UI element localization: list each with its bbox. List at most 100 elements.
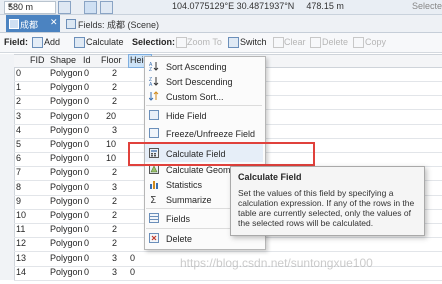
table-cell[interactable]: 10 — [106, 153, 116, 163]
tooltip-title: Calculate Field — [238, 172, 302, 182]
table-cell[interactable]: 3 — [112, 267, 117, 277]
table-cell[interactable]: Polygon — [50, 139, 83, 149]
scale-dropdown[interactable]: 580 m ▾ — [4, 1, 56, 14]
navigate-icon[interactable] — [58, 1, 71, 14]
table-cell[interactable]: 2 — [112, 196, 117, 206]
table-cell[interactable]: 12 — [16, 238, 26, 248]
delete-button[interactable]: Delete — [322, 37, 348, 47]
table-cell[interactable]: Polygon — [50, 267, 83, 277]
table-cell[interactable]: 2 — [112, 224, 117, 234]
table-cell[interactable]: Polygon — [50, 196, 83, 206]
table-cell[interactable]: 2 — [112, 96, 117, 106]
header-floor[interactable]: Floor — [101, 55, 122, 65]
table-cell[interactable]: 0 — [84, 267, 89, 277]
table-cell[interactable]: 0 — [84, 238, 89, 248]
menu-item-delete[interactable]: Delete — [166, 234, 192, 244]
table-cell[interactable]: 0 — [84, 167, 89, 177]
close-icon[interactable]: ✕ — [50, 17, 58, 28]
table-cell[interactable]: 2 — [16, 96, 21, 106]
table-cell[interactable]: 1 — [16, 82, 21, 92]
header-shape[interactable]: Shape — [50, 55, 76, 65]
table-cell[interactable]: 0 — [84, 153, 89, 163]
table-cell[interactable]: 2 — [112, 210, 117, 220]
table-cell[interactable]: 0 — [130, 253, 135, 263]
menu-item-statistics[interactable]: Statistics — [166, 180, 202, 190]
menu-item-sort-ascending[interactable]: Sort Ascending — [166, 62, 227, 72]
table-cell[interactable]: Polygon — [50, 238, 83, 248]
table-cell[interactable]: 10 — [16, 210, 26, 220]
table-cell[interactable]: 0 — [130, 267, 135, 277]
tab-layer[interactable]: 成都 ✕ — [6, 15, 60, 32]
header-id[interactable]: Id — [83, 55, 91, 65]
menu-item-freeze-unfreeze[interactable]: Freeze/Unfreeze Field — [166, 129, 255, 139]
table-cell[interactable]: Polygon — [50, 96, 83, 106]
table-cell[interactable]: 0 — [16, 68, 21, 78]
table-cell[interactable]: 0 — [84, 82, 89, 92]
table-cell[interactable]: 3 — [112, 253, 117, 263]
menu-item-hide-field[interactable]: Hide Field — [166, 111, 207, 121]
table-cell[interactable]: 0 — [84, 111, 89, 121]
table-cell[interactable]: Polygon — [50, 153, 83, 163]
header-fid[interactable]: FID — [30, 55, 45, 65]
table-cell[interactable]: Polygon — [50, 253, 83, 263]
summarize-icon: Σ — [149, 194, 159, 206]
table-cell[interactable]: 0 — [84, 196, 89, 206]
menu-item-custom-sort[interactable]: Custom Sort... — [166, 92, 224, 102]
snapping-icon[interactable] — [100, 1, 113, 14]
sort-descending-icon: ZA — [149, 76, 159, 88]
table-cell[interactable]: 7 — [16, 167, 21, 177]
grid-icon[interactable] — [84, 1, 97, 14]
copy-button[interactable]: Copy — [365, 37, 386, 47]
table-cell[interactable]: 0 — [84, 224, 89, 234]
table-cell[interactable]: 20 — [106, 111, 116, 121]
table-cell[interactable]: 2 — [112, 82, 117, 92]
table-cell[interactable]: 0 — [84, 210, 89, 220]
table-cell[interactable]: Polygon — [50, 82, 83, 92]
menu-item-summarize[interactable]: Summarize — [166, 195, 212, 205]
table-cell[interactable]: Polygon — [50, 182, 83, 192]
switch-icon — [228, 37, 239, 48]
table-cell[interactable]: 0 — [84, 139, 89, 149]
table-cell[interactable]: 3 — [16, 111, 21, 121]
table-cell[interactable]: 5 — [16, 139, 21, 149]
tab-fields[interactable]: Fields: 成都 (Scene) — [64, 15, 164, 32]
table-cell[interactable]: Polygon — [50, 68, 83, 78]
add-button[interactable]: Add — [44, 37, 60, 47]
table-cell[interactable]: 11 — [16, 224, 25, 234]
svg-text:Σ: Σ — [150, 195, 156, 204]
table-cell[interactable]: Polygon — [50, 167, 83, 177]
table-cell[interactable]: 9 — [16, 196, 21, 206]
menu-item-sort-descending[interactable]: Sort Descending — [166, 77, 233, 87]
coordinate-readout: 104.0775129°E 30.4871937°N 478.15 m — [172, 1, 344, 11]
table-cell[interactable]: Polygon — [50, 210, 83, 220]
table-cell[interactable]: Polygon — [50, 111, 83, 121]
table-cell[interactable]: 13 — [16, 253, 26, 263]
table-cell[interactable]: 10 — [106, 139, 116, 149]
table-cell[interactable]: 3 — [112, 125, 117, 135]
svg-text:A: A — [149, 82, 153, 86]
clear-button[interactable]: Clear — [284, 37, 306, 47]
table-cell[interactable]: 6 — [16, 153, 21, 163]
table-cell[interactable]: 2 — [112, 68, 117, 78]
table-cell[interactable]: 3 — [112, 182, 117, 192]
row-selector-column[interactable] — [0, 54, 15, 280]
table-cell[interactable]: 4 — [16, 125, 21, 135]
table-cell[interactable]: 2 — [112, 167, 117, 177]
table-cell[interactable]: 0 — [84, 182, 89, 192]
table-cell[interactable]: 0 — [84, 125, 89, 135]
zoom-to-button[interactable]: Zoom To — [187, 37, 222, 47]
table-cell[interactable]: Polygon — [50, 125, 83, 135]
tooltip-body: Set the values of this field by specifyi… — [238, 188, 415, 228]
switch-button[interactable]: Switch — [240, 37, 267, 47]
table-cell[interactable]: 14 — [16, 267, 26, 277]
table-cell[interactable]: 2 — [112, 238, 117, 248]
table-cell[interactable]: 0 — [84, 253, 89, 263]
table-cell[interactable]: 0 — [84, 96, 89, 106]
zoom-to-icon — [176, 37, 187, 48]
menu-item-fields[interactable]: Fields — [166, 214, 190, 224]
chevron-down-icon: ▾ — [8, 1, 13, 10]
table-cell[interactable]: 0 — [84, 68, 89, 78]
table-cell[interactable]: Polygon — [50, 224, 83, 234]
table-cell[interactable]: 8 — [16, 182, 21, 192]
calculate-button[interactable]: Calculate — [86, 37, 124, 47]
